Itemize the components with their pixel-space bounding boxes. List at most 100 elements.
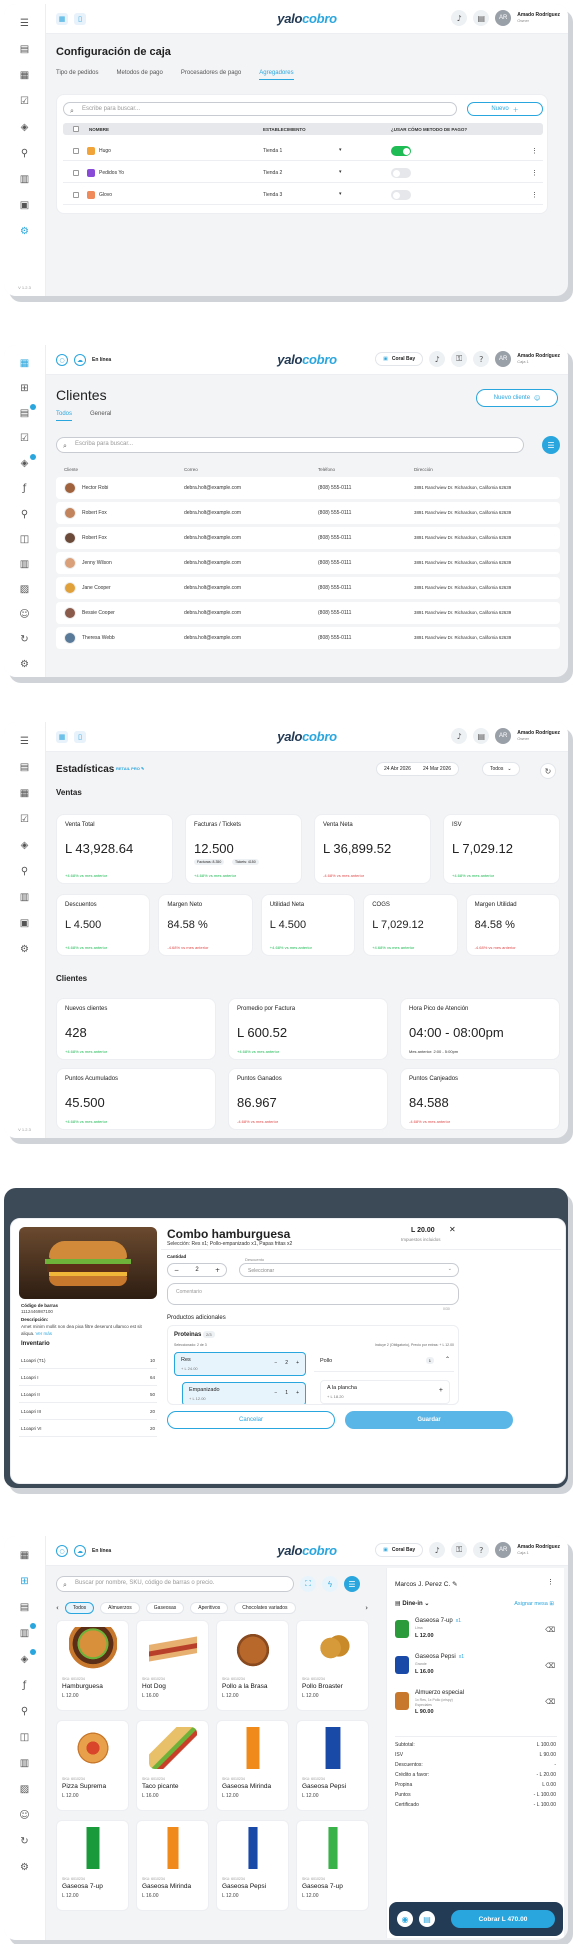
cash-icon[interactable]: ◉ <box>397 1911 413 1927</box>
discount-select[interactable]: Seleccionar ⌄ <box>239 1263 459 1277</box>
scan-icon[interactable]: ⛶ <box>300 1576 316 1592</box>
docs-icon[interactable]: ▤ <box>18 760 32 774</box>
product-card[interactable]: SKU: 6010234 Gaseosa Pepsi L 12.00 <box>296 1720 369 1811</box>
tab-aggregators[interactable]: Agregadores <box>259 70 294 80</box>
quantity-stepper[interactable]: −2 + <box>167 1263 227 1277</box>
reports-icon[interactable]: ▦ <box>18 68 32 82</box>
ledger-icon[interactable]: ▥ <box>18 172 32 186</box>
calendar-icon[interactable]: ▣ <box>18 916 32 930</box>
caret-down-icon[interactable]: ▾ <box>339 147 342 153</box>
tag-icon[interactable]: ◈ <box>18 838 32 852</box>
category-chip[interactable]: Chocolates variados <box>234 1602 296 1614</box>
map-icon[interactable]: ◫ <box>18 533 32 546</box>
more-icon[interactable]: ⋮ <box>531 191 538 199</box>
tab-all[interactable]: Todos <box>56 411 73 421</box>
caret-down-icon[interactable]: ▾ <box>339 169 342 175</box>
cart-icon[interactable]: ⊞ <box>18 1574 32 1588</box>
table-row[interactable]: Pedidos Yo Tienda 2 ▾ ⋮ <box>63 163 543 183</box>
option-res[interactable]: Res + L 24.00 −2 + <box>174 1352 306 1376</box>
chevron-right-icon[interactable]: › <box>365 1604 368 1612</box>
category-chip[interactable]: Aperitivos <box>190 1602 229 1614</box>
book-icon[interactable]: ▯ <box>74 731 86 743</box>
filter-button[interactable]: ☰ <box>542 436 560 454</box>
table-row[interactable]: Jenny Wilson debra.holt@example.com (808) … <box>56 552 560 574</box>
bell-icon[interactable]: ♪ <box>429 351 446 367</box>
table-row[interactable]: Hugo Tienda 1 ▾ ⋮ <box>63 141 543 161</box>
row-checkbox[interactable] <box>73 192 79 198</box>
tab-general[interactable]: General <box>90 411 111 421</box>
store-selector[interactable]: ▣ Coral Bay <box>375 352 424 366</box>
cart-icon[interactable]: ⊞ <box>18 382 32 395</box>
help-icon[interactable]: ? <box>473 351 490 367</box>
cancel-button[interactable]: Cancelar <box>167 1411 335 1429</box>
reports-icon[interactable]: ▦ <box>18 786 32 800</box>
table-icon[interactable]: ▤ <box>18 1600 32 1614</box>
order-item[interactable]: Almuerzo especial 1x Res, 1x Pollo (crisp… <box>395 1688 557 1722</box>
customer-name[interactable]: Marcos J. Perez C. ✎ <box>395 1580 458 1588</box>
more-icon[interactable]: ⋮ <box>531 147 538 155</box>
trash-icon[interactable]: ⌫ <box>545 1662 555 1670</box>
fx-icon[interactable]: ƒ <box>18 1678 32 1692</box>
settings-icon[interactable]: ⚙ <box>18 942 32 956</box>
settings-icon[interactable]: ⚙ <box>18 658 32 671</box>
menu-icon[interactable]: ☰ <box>18 734 32 748</box>
payment-toggle[interactable] <box>391 190 411 200</box>
pay-button[interactable]: Cobrar L 470.00 <box>451 1910 555 1928</box>
category-chip[interactable]: Todos <box>64 1602 95 1614</box>
tab-payment-processors[interactable]: Procesadores de pago <box>181 70 241 80</box>
org-icon[interactable]: ⚲ <box>18 864 32 878</box>
lock-icon[interactable]: ⚿ <box>451 1542 468 1558</box>
product-card[interactable]: SKU: 6010234 Gaseosa 7-up L 12.00 <box>296 1820 369 1911</box>
row-checkbox[interactable] <box>73 148 79 154</box>
store-select[interactable]: Tienda 1 <box>263 148 282 154</box>
see-more-link[interactable]: Ver más <box>36 1331 53 1336</box>
docs-icon[interactable]: ▤ <box>18 42 32 56</box>
table-row[interactable]: Robert Fox debra.holt@example.com (808) 55… <box>56 527 560 549</box>
users-icon[interactable]: ☺ <box>18 608 32 621</box>
tag-icon[interactable]: ◈ <box>18 1649 36 1666</box>
chart-icon[interactable]: ▨ <box>18 583 32 596</box>
wallet-icon[interactable]: ▤ <box>419 1911 435 1927</box>
filter-icon[interactable]: ☰ <box>344 1576 360 1592</box>
order-item[interactable]: Gaseosa Pepsi x1 Grande L 16.00 ⌫ <box>395 1652 557 1686</box>
help-icon[interactable]: ? <box>473 1542 490 1558</box>
table-row[interactable]: Glovo Tienda 3 ▾ ⋮ <box>63 185 543 205</box>
table-row[interactable]: Bessie Cooper debra.holt@example.com (808)… <box>56 602 560 624</box>
select-all-checkbox[interactable] <box>73 126 79 132</box>
store-selector[interactable]: ▣ Coral Bay <box>375 1543 424 1557</box>
product-card[interactable]: SKU: 6010234 Taco picante L 16.00 <box>136 1720 209 1811</box>
product-card[interactable]: SKU: 6010234 Pollo Broaster L 12.00 <box>296 1620 369 1711</box>
ledger-icon[interactable]: ▥ <box>18 558 32 571</box>
grid-icon[interactable]: ▦ <box>56 731 68 743</box>
org-icon[interactable]: ⚲ <box>18 507 32 520</box>
product-card[interactable]: SKU: 6010234 Pizza Suprema L 12.00 <box>56 1720 129 1811</box>
fx-icon[interactable]: ƒ <box>18 482 32 495</box>
grid-icon[interactable]: ▦ <box>18 1548 32 1562</box>
docs-icon[interactable]: ▥ <box>18 1623 36 1640</box>
chevron-left-icon[interactable]: ‹ <box>56 1604 59 1612</box>
users-icon[interactable]: ☺ <box>18 1808 32 1822</box>
save-button[interactable]: Guardar <box>345 1411 513 1429</box>
product-search-input[interactable]: ⌕ Buscar por nombre, SKU, código de barra… <box>56 1576 294 1592</box>
search-input[interactable]: ⌕ Escribe para buscar... <box>63 102 457 116</box>
close-icon[interactable]: ✕ <box>449 1225 456 1234</box>
bell-icon[interactable]: ♪ <box>429 1542 446 1558</box>
avatar[interactable]: AR <box>495 351 512 367</box>
avatar[interactable]: AR <box>495 10 512 26</box>
checklist-icon[interactable]: ☑ <box>18 94 32 108</box>
order-item[interactable]: Gaseosa 7-up x1 Lima L 12.00 ⌫ <box>395 1616 557 1650</box>
ledger-icon[interactable]: ▥ <box>18 1756 32 1770</box>
settings-icon[interactable]: ⚙ <box>18 224 32 238</box>
trash-icon[interactable]: ⌫ <box>545 1698 555 1706</box>
product-card[interactable]: SKU: 6010234 Gaseosa Pepsi L 12.00 <box>216 1820 289 1911</box>
more-icon[interactable]: ⋮ <box>531 169 538 177</box>
table-row[interactable]: Robert Fox debra.holt@example.com (808) 55… <box>56 502 560 524</box>
new-button[interactable]: Nuevo ＋ <box>467 102 543 116</box>
checklist-icon[interactable]: ☑ <box>18 812 32 826</box>
refresh-icon[interactable]: ↻ <box>540 763 556 779</box>
search-input[interactable]: ⌕ Escriba para buscar... <box>56 437 524 453</box>
store-badge[interactable]: RETAIL PRO ✎ <box>116 766 144 771</box>
assign-table-link[interactable]: Asignar mesa ⊞ <box>514 1601 554 1607</box>
book-icon[interactable]: ▯ <box>74 13 86 25</box>
tab-order-types[interactable]: Tipo de pedidos <box>56 70 98 80</box>
